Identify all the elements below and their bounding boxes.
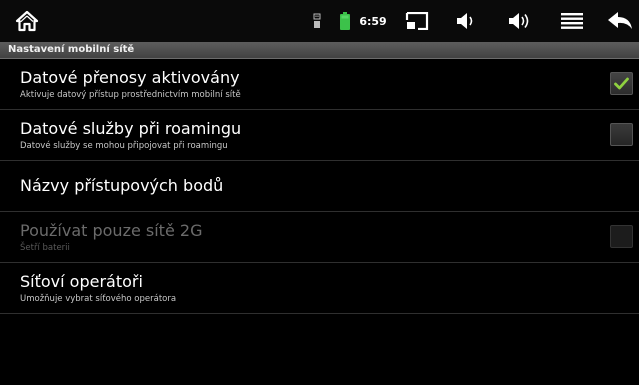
data-enabled-checkbox[interactable] xyxy=(610,72,633,95)
screenshot-icon[interactable] xyxy=(404,0,430,42)
use-only-2g-checkbox xyxy=(610,225,633,248)
check-mark-icon xyxy=(614,77,629,90)
setting-summary: Šetří baterii xyxy=(20,243,70,253)
volume-down-icon[interactable] xyxy=(454,0,482,42)
battery-icon xyxy=(339,0,351,42)
setting-title: Datové přenosy aktivovány xyxy=(20,68,240,87)
setting-title: Názvy přístupových bodů xyxy=(20,176,224,195)
setting-access-point-names[interactable]: Názvy přístupových bodů xyxy=(0,161,639,212)
setting-summary: Aktivuje datový přístup prostřednictvím … xyxy=(20,90,241,100)
setting-use-only-2g: Používat pouze sítě 2G Šetří baterii xyxy=(0,212,639,263)
data-roaming-checkbox[interactable] xyxy=(610,123,633,146)
setting-title: Datové služby při roamingu xyxy=(20,119,242,138)
status-bar: 6:59 xyxy=(0,0,639,43)
setting-network-operators[interactable]: Síťoví operátoři Umožňuje vybrat síťovéh… xyxy=(0,263,639,314)
menu-icon[interactable] xyxy=(560,0,584,42)
page-title: Nastavení mobilní sítě xyxy=(8,44,135,55)
setting-title: Používat pouze sítě 2G xyxy=(20,221,203,240)
volume-up-icon[interactable] xyxy=(506,0,536,42)
home-icon[interactable] xyxy=(14,0,40,42)
back-icon[interactable] xyxy=(606,0,634,42)
settings-list: Datové přenosy aktivovány Aktivuje datov… xyxy=(0,59,639,314)
usb-icon xyxy=(312,0,322,42)
setting-summary: Umožňuje vybrat síťového operátora xyxy=(20,294,177,304)
setting-data-roaming[interactable]: Datové služby při roamingu Datové služby… xyxy=(0,110,639,161)
setting-data-enabled[interactable]: Datové přenosy aktivovány Aktivuje datov… xyxy=(0,59,639,110)
clock: 6:59 xyxy=(359,14,387,28)
setting-title: Síťoví operátoři xyxy=(20,272,143,291)
setting-summary: Datové služby se mohou připojovat při ro… xyxy=(20,141,228,151)
title-bar: Nastavení mobilní sítě xyxy=(0,42,639,59)
